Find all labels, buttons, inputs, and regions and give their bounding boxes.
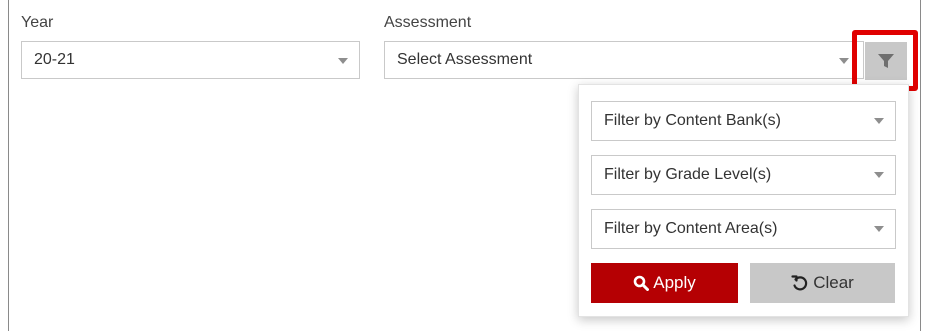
assessment-label: Assessment: [384, 14, 472, 31]
grade-level-filter-label: Filter by Grade Level(s): [604, 166, 772, 183]
chevron-down-icon: [874, 172, 884, 178]
assessment-placeholder: Select Assessment: [397, 51, 533, 68]
filter-panel: Filter by Content Bank(s) Filter by Grad…: [578, 84, 909, 317]
content-bank-filter-label: Filter by Content Bank(s): [604, 112, 781, 129]
grade-level-filter-select[interactable]: Filter by Grade Level(s): [591, 155, 896, 195]
chevron-down-icon: [874, 118, 884, 124]
content-bank-filter-select[interactable]: Filter by Content Bank(s): [591, 101, 896, 141]
apply-button[interactable]: Apply: [591, 263, 738, 303]
assessment-select[interactable]: Select Assessment: [384, 41, 864, 79]
undo-icon: [791, 275, 808, 291]
chevron-down-icon: [839, 58, 849, 64]
year-label: Year: [21, 14, 54, 31]
year-selected-value: 20-21: [34, 51, 75, 68]
chevron-down-icon: [874, 226, 884, 232]
filter-button-highlight: [852, 30, 918, 91]
content-area-filter-select[interactable]: Filter by Content Area(s): [591, 209, 896, 249]
search-icon: [633, 275, 650, 291]
apply-button-label: Apply: [653, 273, 696, 292]
clear-button[interactable]: Clear: [750, 263, 895, 303]
content-area-filter-label: Filter by Content Area(s): [604, 220, 778, 237]
year-select[interactable]: 20-21: [21, 41, 360, 79]
clear-button-label: Clear: [813, 273, 854, 292]
chevron-down-icon: [338, 58, 348, 64]
